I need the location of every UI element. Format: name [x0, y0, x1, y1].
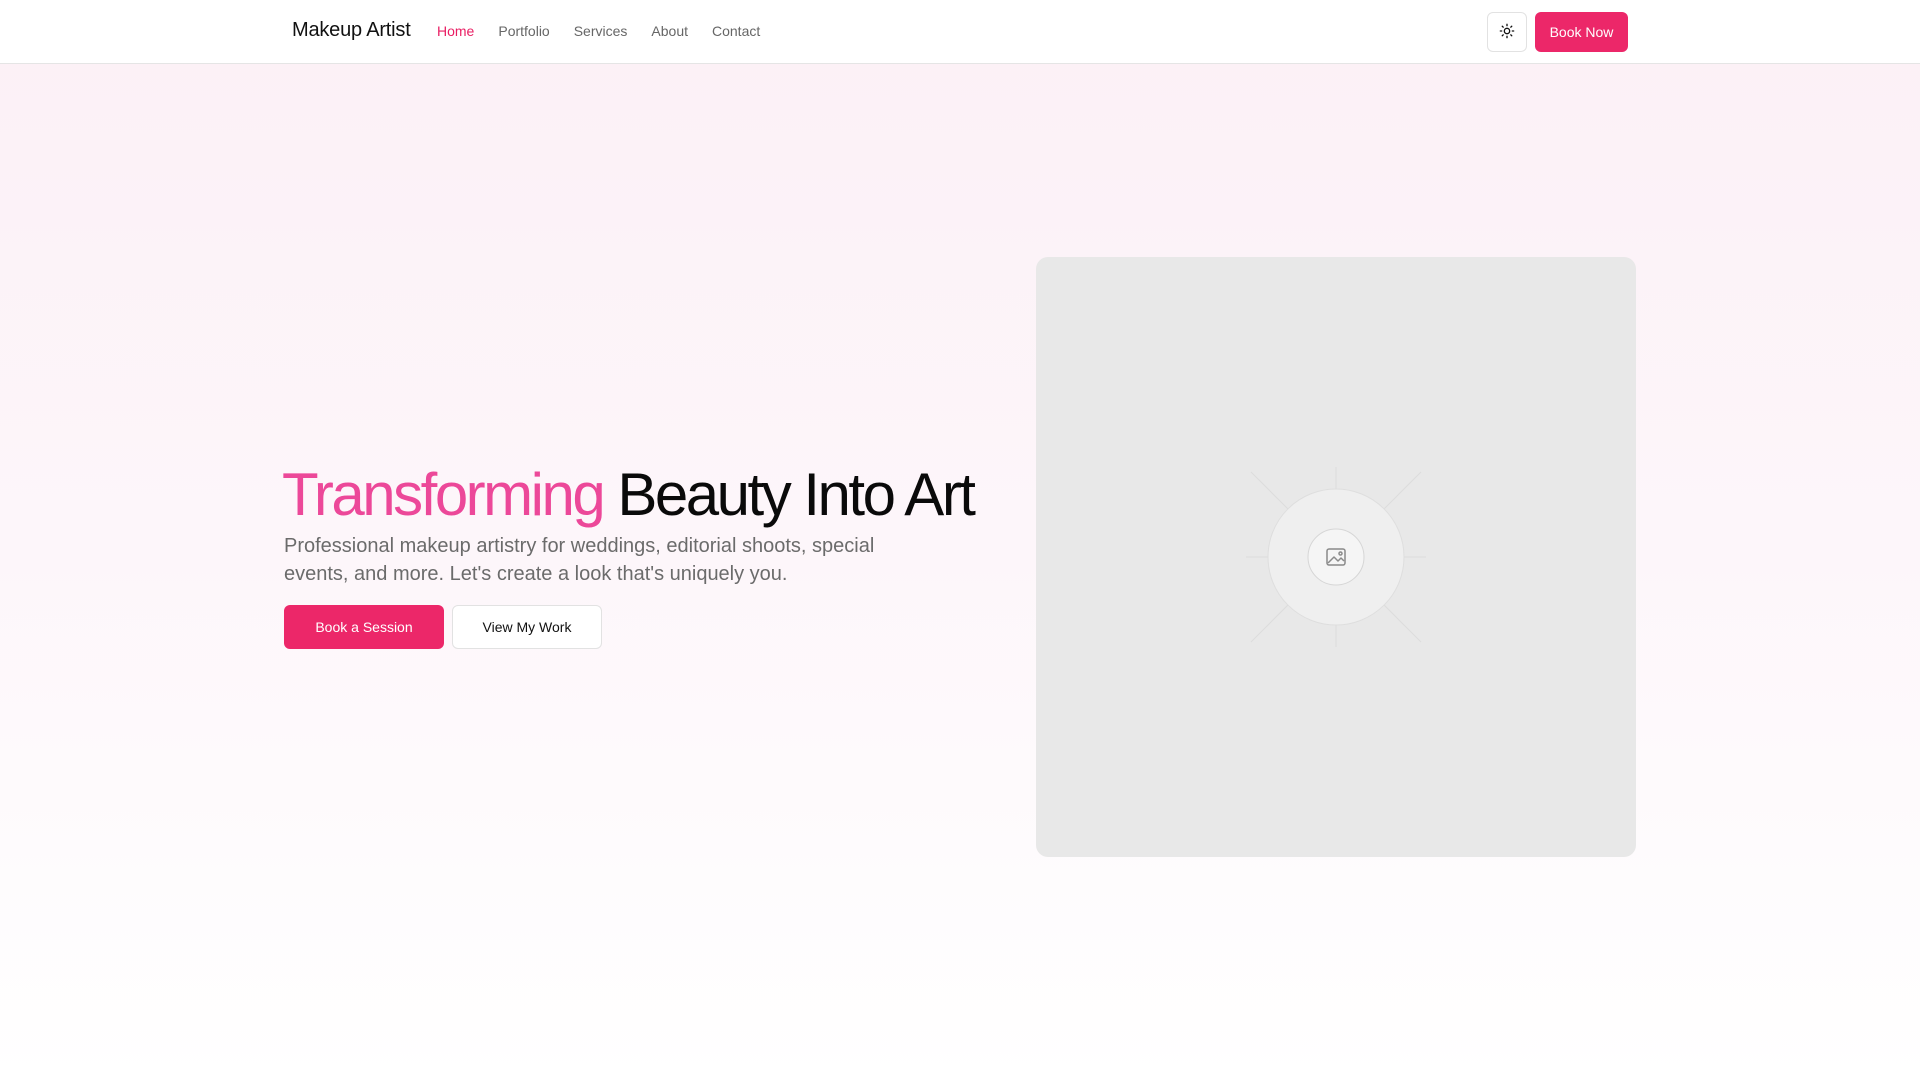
- nav-links: Home Portfolio Services About Contact: [437, 23, 784, 39]
- sun-icon: [1499, 23, 1515, 42]
- nav-link-about[interactable]: About: [651, 23, 688, 39]
- nav-link-home[interactable]: Home: [437, 23, 474, 39]
- view-work-button[interactable]: View My Work: [452, 605, 602, 649]
- book-now-button[interactable]: Book Now: [1535, 12, 1628, 52]
- brand-logo[interactable]: Makeup Artist: [292, 19, 411, 42]
- navbar: Makeup Artist Home Portfolio Services Ab…: [0, 0, 1920, 64]
- hero-image-placeholder: [1036, 257, 1636, 857]
- theme-toggle-button[interactable]: [1487, 12, 1527, 52]
- nav-link-services[interactable]: Services: [574, 23, 628, 39]
- hero-title: Transforming Beauty Into Art: [282, 461, 976, 528]
- hero-title-rest: Beauty Into Art: [617, 461, 976, 528]
- nav-link-portfolio[interactable]: Portfolio: [498, 23, 549, 39]
- hero-subtitle: Professional makeup artistry for wedding…: [284, 535, 875, 585]
- hero-title-accent: Transforming: [282, 461, 606, 528]
- book-session-button[interactable]: Book a Session: [284, 605, 444, 649]
- placeholder-graphic: [1246, 467, 1426, 647]
- nav-link-contact[interactable]: Contact: [712, 23, 760, 39]
